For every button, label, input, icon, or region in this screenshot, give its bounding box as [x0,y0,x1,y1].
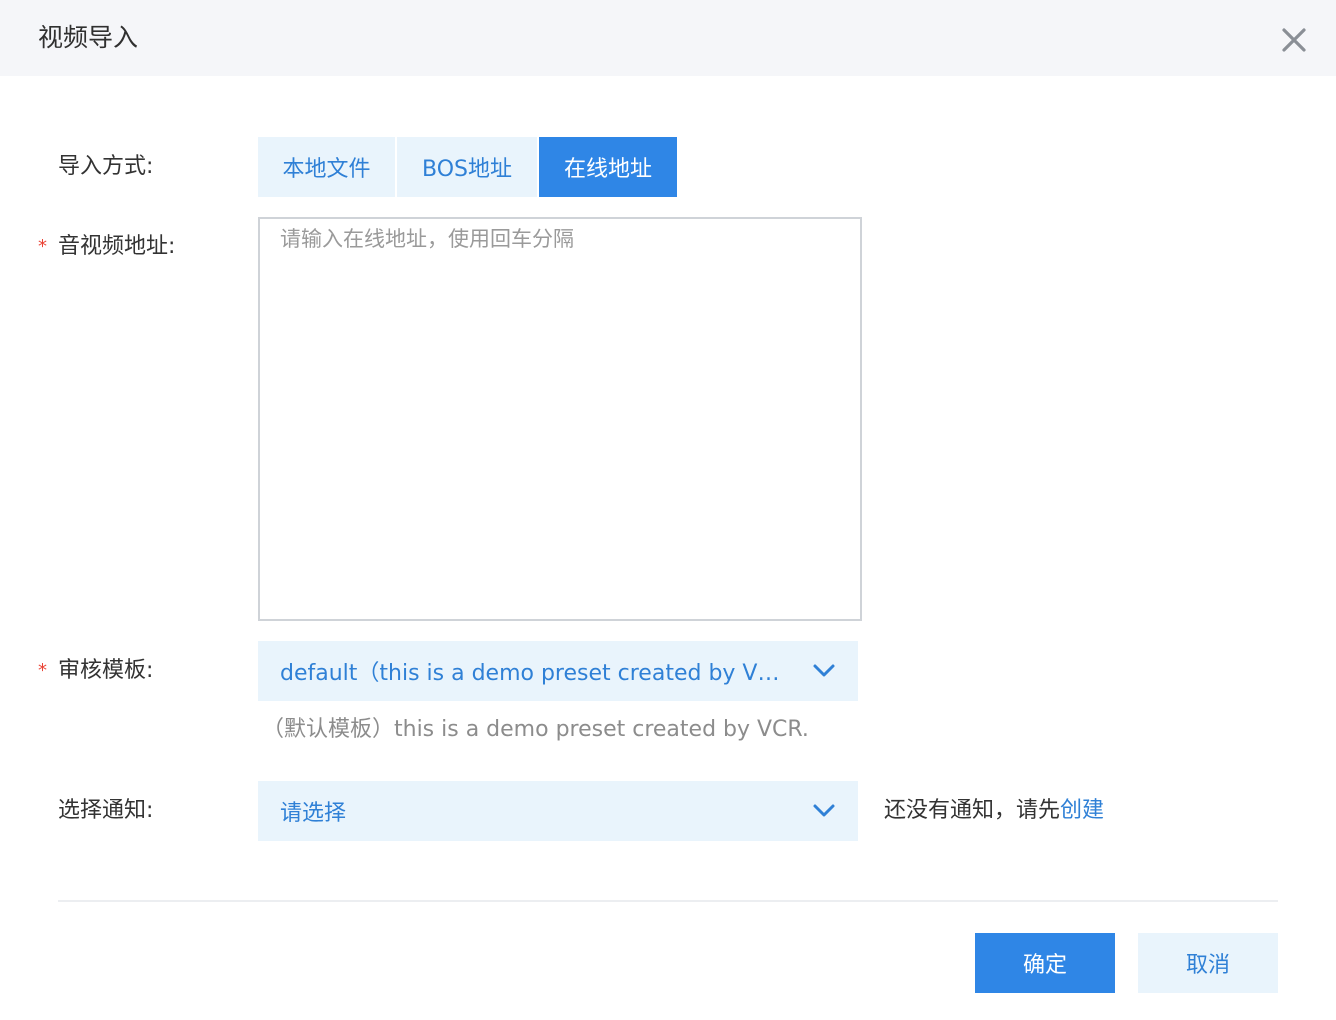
notification-notice: 还没有通知，请先创建 [884,795,1104,827]
import-mode-online-address[interactable]: 在线地址 [539,137,677,197]
notification-select[interactable]: 请选择 [258,781,858,841]
chevron-down-icon [813,664,835,677]
review-template-label-text: 审核模板: [58,658,154,683]
media-url-label-text: 音视频地址: [58,234,176,259]
review-template-selected-value: default（this is a demo preset created by… [280,661,780,686]
dialog-header: 视频导入 [0,0,1336,76]
required-mark: * [38,236,47,257]
confirm-button[interactable]: 确定 [975,933,1115,993]
cancel-button[interactable]: 取消 [1138,933,1278,993]
close-icon[interactable] [1276,22,1312,58]
media-url-label: * 音视频地址: [38,231,176,263]
required-mark: * [38,660,47,681]
chevron-down-icon [813,804,835,817]
notification-label: 选择通知: [58,798,154,823]
import-mode-local-file[interactable]: 本地文件 [258,137,395,197]
media-url-textarea[interactable] [258,217,862,621]
import-mode-label: 导入方式: [58,154,154,179]
notification-selected-value: 请选择 [280,801,347,826]
import-mode-bos-address[interactable]: BOS地址 [397,137,537,197]
footer-divider [58,900,1278,902]
import-mode-segmented-control: 本地文件 BOS地址 在线地址 [258,137,679,197]
notification-notice-text: 还没有通知，请先 [884,798,1061,823]
create-notification-link[interactable]: 创建 [1060,798,1104,823]
dialog-title: 视频导入 [38,23,139,52]
review-template-hint: （默认模板）this is a demo preset created by V… [262,717,809,742]
review-template-select[interactable]: default（this is a demo preset created by… [258,641,858,701]
review-template-label: * 审核模板: [38,655,154,687]
